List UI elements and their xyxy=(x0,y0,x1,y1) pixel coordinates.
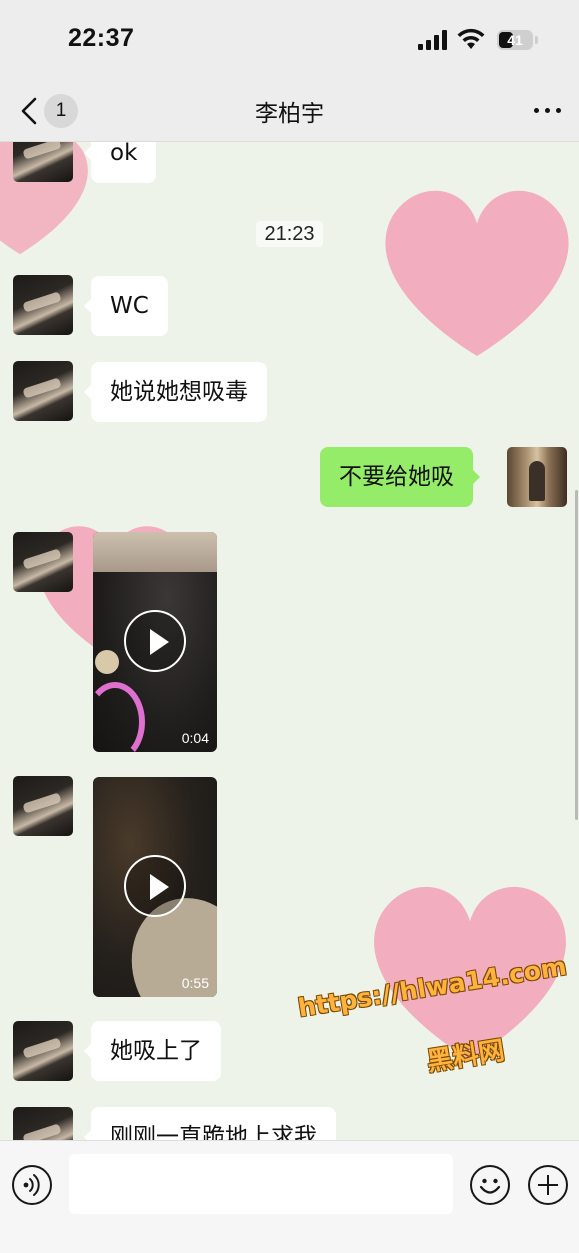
video-message[interactable]: 0:55 xyxy=(93,777,217,997)
video-thumbnail-detail xyxy=(93,682,145,752)
input-bar xyxy=(0,1140,579,1253)
plus-button[interactable] xyxy=(528,1165,568,1205)
more-icon xyxy=(534,108,539,113)
contact-avatar[interactable] xyxy=(13,1107,73,1140)
contact-avatar[interactable] xyxy=(13,275,73,335)
contact-avatar[interactable] xyxy=(13,532,73,592)
message-timestamp: 21:23 xyxy=(0,221,579,247)
video-thumbnail-detail xyxy=(95,650,119,674)
message-bubble[interactable]: 刚刚一直跪地上求我 xyxy=(84,1107,336,1140)
battery-level: 41 xyxy=(507,32,523,48)
contact-avatar[interactable] xyxy=(13,361,73,421)
chat-area[interactable]: ok 21:23 WC 她说她想吸毒 不要给她吸 0:04 0:55 她吸上了 … xyxy=(0,142,579,1140)
signal-icon xyxy=(418,30,450,50)
timestamp-text: 21:23 xyxy=(256,221,323,247)
emoji-button[interactable] xyxy=(470,1165,510,1205)
video-duration: 0:04 xyxy=(181,730,209,746)
status-time: 22:37 xyxy=(68,24,135,52)
message-bubble[interactable]: WC xyxy=(84,276,168,336)
status-bar: 22:37 41 xyxy=(0,0,579,80)
wifi-icon xyxy=(457,28,485,49)
video-duration: 0:55 xyxy=(181,975,209,991)
play-icon[interactable] xyxy=(124,610,186,672)
chat-title: 李柏宇 xyxy=(255,101,324,127)
scrollbar[interactable] xyxy=(575,490,578,820)
message-bubble[interactable]: 她说她想吸毒 xyxy=(84,362,267,422)
more-button[interactable] xyxy=(528,98,568,122)
message-bubble[interactable]: 她吸上了 xyxy=(84,1021,221,1081)
contact-avatar[interactable] xyxy=(13,1021,73,1081)
heart-decoration xyxy=(385,190,569,356)
message-bubble[interactable]: ok xyxy=(83,142,157,183)
contact-avatar[interactable] xyxy=(13,142,73,182)
battery-cap xyxy=(535,36,538,44)
battery-icon: 41 xyxy=(497,30,533,50)
chat-header: 1 李柏宇 xyxy=(0,80,579,142)
my-message-bubble[interactable]: 不要给她吸 xyxy=(320,447,480,507)
voice-icon xyxy=(23,1174,40,1196)
play-icon[interactable] xyxy=(124,855,186,917)
contact-avatar[interactable] xyxy=(13,776,73,836)
video-message[interactable]: 0:04 xyxy=(93,532,217,752)
message-input[interactable] xyxy=(69,1154,453,1214)
my-avatar[interactable] xyxy=(507,447,567,507)
voice-button[interactable] xyxy=(12,1165,52,1205)
emoji-icon xyxy=(479,1178,501,1194)
